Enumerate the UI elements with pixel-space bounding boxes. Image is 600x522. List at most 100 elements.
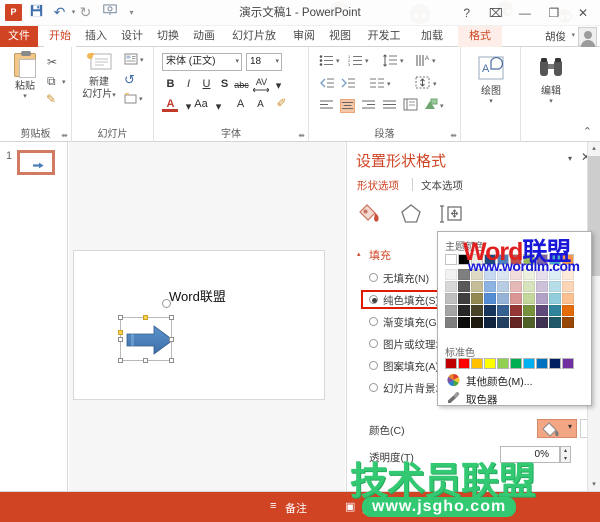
theme-color-1-2[interactable]	[471, 281, 483, 292]
line-spacing-button[interactable]	[383, 54, 398, 68]
theme-color-4-0[interactable]	[445, 317, 457, 328]
theme-color-4-3[interactable]	[484, 317, 496, 328]
standard-color-3[interactable]	[484, 358, 496, 369]
slide-sorter-view-button[interactable]	[450, 497, 472, 517]
tab-home[interactable]: 开始	[44, 26, 76, 47]
theme-color-2-3[interactable]	[484, 293, 496, 304]
effects-icon[interactable]	[399, 202, 423, 229]
underline-button[interactable]: U	[199, 77, 214, 92]
collapse-ribbon-icon[interactable]: ⌃	[583, 125, 592, 138]
line-spacing-dropdown-icon[interactable]: ▾	[400, 57, 408, 71]
theme-color-0-5[interactable]	[510, 269, 522, 280]
transparency-spinner[interactable]: ▴ ▾	[560, 446, 571, 463]
slide-thumbnail-1[interactable]	[17, 150, 55, 175]
transparency-spinner-up[interactable]: ▴	[561, 447, 570, 455]
copy-dropdown-icon[interactable]: ▾	[62, 78, 66, 86]
theme-color-3-4[interactable]	[497, 305, 509, 316]
theme-color-2-9[interactable]	[562, 293, 574, 304]
theme-color-0-8[interactable]	[549, 269, 561, 280]
resize-handle-se[interactable]	[169, 358, 174, 363]
paragraph-dialog-launcher[interactable]: ⬌	[450, 131, 457, 140]
theme-color-1-5[interactable]	[510, 281, 522, 292]
theme-color-1-9[interactable]	[562, 281, 574, 292]
paste-dropdown-icon[interactable]: ▾	[6, 92, 44, 100]
font-name-input[interactable]: 宋体 (正文) ▾	[162, 53, 242, 71]
align-right-button[interactable]	[361, 99, 376, 113]
theme-color-2-8[interactable]	[549, 293, 561, 304]
tab-review[interactable]: 审阅	[288, 26, 320, 47]
align-center-button[interactable]	[340, 99, 355, 113]
decrease-indent-button[interactable]	[319, 77, 334, 91]
user-name[interactable]: 胡俊	[545, 29, 566, 44]
grow-font-button[interactable]: A	[233, 97, 248, 112]
transparency-input[interactable]: 0%	[500, 446, 560, 463]
standard-color-1[interactable]	[458, 358, 470, 369]
theme-color-1-0[interactable]	[445, 281, 457, 292]
theme-color-4-4[interactable]	[497, 317, 509, 328]
standard-color-4[interactable]	[497, 358, 509, 369]
theme-color-2-6[interactable]	[523, 293, 535, 304]
tab-slideshow[interactable]: 幻灯片放映	[224, 26, 284, 47]
smartart-dropdown-icon[interactable]: ▾	[440, 102, 448, 116]
cut-icon[interactable]: ✂	[47, 55, 57, 69]
theme-color-0-0[interactable]	[445, 269, 457, 280]
columns-dropdown-icon[interactable]: ▾	[387, 80, 395, 94]
size-and-properties-icon[interactable]	[439, 202, 463, 229]
theme-color-3-0[interactable]	[445, 305, 457, 316]
fill-and-line-icon[interactable]	[357, 202, 383, 229]
resize-handle-nw[interactable]	[118, 315, 123, 320]
transparency-spinner-down[interactable]: ▾	[561, 455, 570, 463]
theme-color-0-9[interactable]	[562, 269, 574, 280]
reading-view-button[interactable]	[487, 497, 509, 517]
paste-button[interactable]: 粘贴 ▾	[6, 53, 44, 100]
theme-color-3-6[interactable]	[523, 305, 535, 316]
minimize-button[interactable]: —	[512, 3, 538, 23]
fill-color-dropdown-icon[interactable]: ▾	[568, 422, 572, 431]
theme-color-3-2[interactable]	[471, 305, 483, 316]
new-slide-dropdown-icon[interactable]: ▾	[112, 92, 116, 99]
tab-file[interactable]: 文件	[0, 26, 38, 47]
standard-color-0[interactable]	[445, 358, 457, 369]
tab-text-options[interactable]: 文本选项	[421, 178, 463, 193]
theme-color-0-6[interactable]	[523, 269, 535, 280]
standard-color-9[interactable]	[562, 358, 574, 369]
numbering-button[interactable]: 1 2 3	[348, 54, 363, 68]
convert-smartart-button[interactable]	[403, 98, 418, 112]
radio-pattern-fill[interactable]	[369, 361, 378, 370]
standard-color-8[interactable]	[549, 358, 561, 369]
theme-color-base-2[interactable]	[471, 254, 483, 265]
smartart-convert-button[interactable]	[424, 98, 439, 112]
eyedropper-item[interactable]: 取色器	[466, 392, 498, 407]
theme-color-0-3[interactable]	[484, 269, 496, 280]
fill-section-triangle-icon[interactable]: ▴	[357, 250, 361, 258]
theme-color-1-3[interactable]	[484, 281, 496, 292]
theme-color-3-7[interactable]	[536, 305, 548, 316]
shrink-font-button[interactable]: A	[253, 97, 268, 112]
theme-color-2-1[interactable]	[458, 293, 470, 304]
user-dropdown-icon[interactable]: ▾	[571, 31, 575, 39]
restore-button[interactable]: ❐	[541, 3, 567, 23]
tab-design[interactable]: 设计	[116, 26, 148, 47]
panel-collapse-icon[interactable]: ▾	[568, 154, 572, 163]
radio-slide-background-fill[interactable]	[369, 383, 378, 392]
ribbon-display-options-icon[interactable]: ⌧	[483, 3, 509, 23]
editing-button[interactable]: 编辑 ▾	[533, 55, 569, 105]
notes-button[interactable]: 备注	[285, 500, 307, 516]
change-case-button[interactable]: Aa	[192, 97, 210, 112]
theme-color-3-3[interactable]	[484, 305, 496, 316]
theme-color-4-2[interactable]	[471, 317, 483, 328]
strikethrough-button[interactable]: abc	[232, 78, 251, 93]
theme-color-4-6[interactable]	[523, 317, 535, 328]
theme-color-base-5[interactable]	[510, 254, 522, 265]
theme-color-4-5[interactable]	[510, 317, 522, 328]
section-icon[interactable]	[124, 92, 137, 107]
resize-handle-w[interactable]	[118, 337, 123, 342]
section-dropdown-icon[interactable]: ▾	[139, 95, 143, 103]
theme-color-2-7[interactable]	[536, 293, 548, 304]
theme-color-3-8[interactable]	[549, 305, 561, 316]
avatar[interactable]	[578, 27, 597, 46]
tab-addins[interactable]: 加载项	[412, 26, 452, 47]
notes-icon[interactable]: ≡	[270, 500, 276, 512]
theme-color-4-9[interactable]	[562, 317, 574, 328]
drawing-button[interactable]: A 绘图 ▾	[473, 55, 509, 105]
